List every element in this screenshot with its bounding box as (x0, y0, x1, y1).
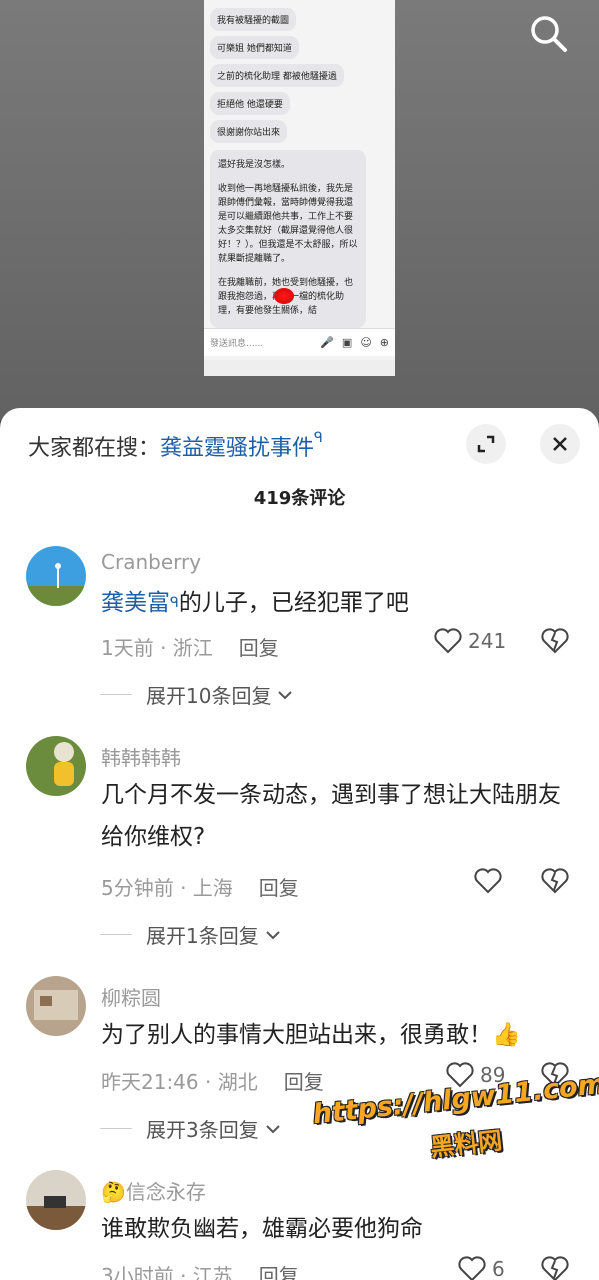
expand-replies-button[interactable]: 展开10条回复 (100, 680, 293, 709)
comment-meta: 5分钟前 · 上海 回复 (101, 872, 299, 901)
username[interactable]: 韩韩韩韩 (101, 742, 181, 771)
comment-time-location: 3小时前 · 江苏 (101, 1264, 233, 1280)
sticker-icon: ☺ (360, 336, 372, 349)
dislike-button[interactable] (541, 628, 569, 658)
reply-button[interactable]: 回复 (284, 1070, 324, 1094)
chat-bubble: 我有被騷擾的截圖 (210, 8, 297, 31)
avatar[interactable] (26, 546, 86, 606)
like-count: 6 (492, 1257, 505, 1280)
chat-paragraph: 收到他一再地騷擾私訊後，我先是跟帥傅們彙報，當時帥傅覺得我還是可以繼續跟他共事，… (218, 184, 358, 264)
divider (100, 934, 132, 935)
reply-button[interactable]: 回复 (239, 636, 279, 660)
chat-bubble: 之前的梳化助理 都被他騷擾過 (210, 64, 344, 87)
comment-text: 几个月不发一条动态，遇到事了想让大陆朋友给你维权? (101, 782, 561, 850)
image-icon: ▣ (341, 336, 353, 349)
chevron-down-icon (278, 690, 293, 699)
avatar[interactable] (26, 976, 86, 1036)
dislike-button[interactable] (541, 868, 569, 898)
like-button[interactable] (474, 868, 502, 894)
video-screenshot-content: 我有被騷擾的截圖 可樂姐 她們都知道 之前的梳化助理 都被他騷擾過 拒絕他 他還… (204, 0, 395, 376)
microphone-icon: 🎤 (320, 336, 334, 349)
comment-text: 为了别人的事情大胆站出来，很勇敢！👍 (101, 1022, 521, 1048)
divider (100, 1128, 132, 1129)
search-small-icon: ᑫ (170, 595, 179, 611)
hot-search-prefix: 大家都在搜： (28, 436, 161, 461)
username-emoji: 🤔 (101, 1180, 126, 1204)
close-icon[interactable] (540, 424, 580, 464)
broken-heart-icon (541, 1256, 569, 1280)
search-icon[interactable] (529, 14, 569, 54)
message-input-bar: 發送訊息...... 🎤 ▣ ☺ ⊕ (204, 328, 395, 356)
comment-time-location: 5分钟前 · 上海 (101, 876, 233, 900)
hot-search-row: 大家都在搜：龚益霆骚扰事件ᑫ (28, 430, 323, 462)
username[interactable]: Cranberry (101, 550, 201, 574)
username[interactable]: 柳粽圆 (101, 982, 161, 1011)
comment-text: 谁敢欺负幽若，雄霸必要他狗命 (101, 1216, 423, 1242)
like-button[interactable]: 6 (458, 1256, 505, 1280)
expand-icon[interactable] (466, 424, 506, 464)
comment-meta: 1天前 · 浙江 回复 (101, 632, 279, 661)
comment-search-link[interactable]: 龚美富 (101, 590, 170, 616)
comment-text: 龚美富ᑫ的儿子，已经犯罪了吧 (101, 582, 561, 624)
expand-replies-label: 展开1条回复 (146, 924, 259, 948)
chat-bubble: 可樂姐 她們都知道 (210, 36, 299, 59)
comment-sheet: 大家都在搜：龚益霆骚扰事件ᑫ 419条评论 Cranberry 龚美富ᑫ的儿子，… (0, 408, 599, 1280)
comment-meta: 昨天21:46 · 湖北 回复 (101, 1066, 324, 1095)
chevron-down-icon (266, 1124, 280, 1133)
video-player[interactable]: 我有被騷擾的截圖 可樂姐 她們都知道 之前的梳化助理 都被他騷擾過 拒絕他 他還… (0, 0, 599, 420)
comment-time-location: 1天前 · 浙江 (101, 636, 213, 660)
comment-body: 的儿子，已经犯罪了吧 (178, 590, 409, 616)
like-button[interactable]: 241 (434, 628, 506, 654)
phone-nav-bar (204, 360, 395, 376)
username[interactable]: 信念永存 (126, 1180, 206, 1204)
plus-icon: ⊕ (379, 336, 389, 349)
avatar[interactable] (26, 1170, 86, 1230)
heart-icon (474, 868, 502, 894)
heart-icon (458, 1256, 486, 1280)
reply-button[interactable]: 回复 (259, 876, 299, 900)
redaction-mark (274, 288, 294, 304)
divider (100, 694, 132, 695)
message-placeholder: 發送訊息...... (210, 339, 264, 349)
heart-icon (434, 628, 462, 654)
comment-meta: 3小时前 · 江苏 回复 (101, 1260, 299, 1280)
broken-heart-icon (541, 628, 569, 654)
comment-count: 419条评论 (253, 488, 346, 509)
dislike-button[interactable] (541, 1256, 569, 1280)
comment-time-location: 昨天21:46 · 湖北 (101, 1070, 258, 1094)
expand-replies-label: 展开3条回复 (146, 1118, 259, 1142)
avatar[interactable] (26, 736, 86, 796)
chevron-down-icon (266, 930, 280, 939)
like-count: 241 (468, 629, 507, 653)
search-small-icon: ᑫ (314, 430, 323, 446)
watermark-label: 黑料网 (428, 1126, 504, 1162)
hot-search-link[interactable]: 龚益霆骚扰事件 (160, 436, 314, 461)
chat-paragraph: 還好我是沒怎樣。 (218, 160, 291, 170)
expand-replies-button[interactable]: 展开3条回复 (100, 1114, 281, 1143)
expand-replies-label: 展开10条回复 (146, 684, 272, 708)
reply-button[interactable]: 回复 (259, 1264, 299, 1280)
chat-bubble: 拒絕他 他還硬要 (210, 92, 290, 115)
chat-bubble: 很謝謝你站出來 (210, 120, 288, 143)
expand-replies-button[interactable]: 展开1条回复 (100, 920, 281, 949)
username-row: 🤔信念永存 (101, 1176, 206, 1205)
broken-heart-icon (541, 868, 569, 894)
